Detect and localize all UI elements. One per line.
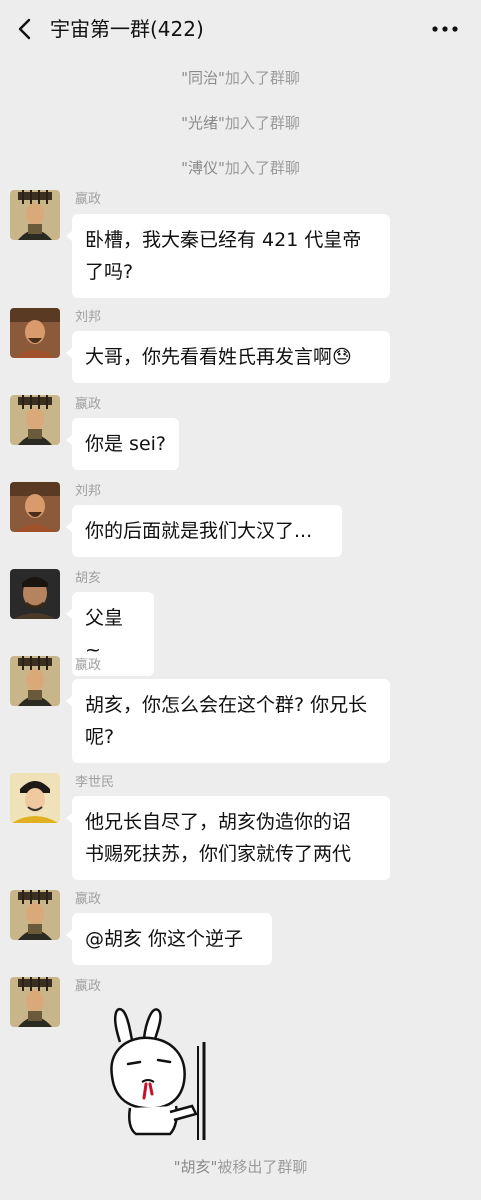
system-notice: "同治"加入了群聊 <box>0 68 481 88</box>
notice-text: 加入了群聊 <box>224 114 300 132</box>
back-arrow-icon[interactable] <box>14 17 36 41</box>
qin-emperor-avatar[interactable] <box>10 656 60 706</box>
message-text-line: 你是 sei? <box>85 433 166 455</box>
qin-emperor-avatar[interactable] <box>10 977 60 1027</box>
qin-emperor-avatar[interactable] <box>10 890 60 940</box>
message-text-line: 父皇 ~ <box>85 607 124 661</box>
sender-name: 嬴政 <box>75 658 102 673</box>
han-emperor-avatar[interactable] <box>10 482 60 532</box>
message-text-line: 你的后面就是我们大汉了... <box>85 520 313 542</box>
chat-title: 宇宙第一群(422) <box>50 17 204 41</box>
rabbit-bleeding-sticker[interactable] <box>100 1002 220 1144</box>
system-notice: "胡亥"被移出了群聊 <box>0 1157 481 1177</box>
message-text-line: @胡亥 你这个逆子 <box>85 928 244 950</box>
system-notice: "溥仪"加入了群聊 <box>0 158 481 178</box>
sender-name: 刘邦 <box>75 484 102 499</box>
notice-text: 被移出了群聊 <box>217 1158 308 1176</box>
message-text-line: 卧槽，我大秦已经有 421 代皇帝 <box>85 229 362 251</box>
message-bubble[interactable]: 胡亥，你怎么会在这个群? 你兄长 呢? <box>66 679 390 763</box>
notice-text: 加入了群聊 <box>224 159 300 177</box>
notice-name: "溥仪" <box>181 159 225 177</box>
sender-name: 嬴政 <box>75 892 102 907</box>
message-text-line: 胡亥，你怎么会在这个群? 你兄长 <box>85 694 368 716</box>
qin-emperor-avatar[interactable] <box>10 190 60 240</box>
message-bubble[interactable]: 大哥，你先看看姓氏再发言啊😓 <box>66 331 390 383</box>
message-text-line: 他兄长自尽了，胡亥伪造你的诏 <box>85 811 352 833</box>
huhai-avatar[interactable] <box>10 569 60 619</box>
chat-header: 宇宙第一群(422) <box>0 0 481 58</box>
qin-emperor-avatar[interactable] <box>10 395 60 445</box>
notice-name: "胡亥" <box>173 1158 218 1176</box>
message-bubble[interactable]: @胡亥 你这个逆子 <box>66 913 272 965</box>
sender-name: 嬴政 <box>75 979 102 994</box>
notice-text: 加入了群聊 <box>224 69 300 87</box>
notice-name: "光绪" <box>181 114 225 132</box>
sender-name: 嬴政 <box>75 192 102 207</box>
more-options-icon[interactable] <box>431 18 459 40</box>
sender-name: 李世民 <box>75 775 115 790</box>
message-bubble[interactable]: 他兄长自尽了，胡亥伪造你的诏 书赐死扶苏，你们家就传了两代 <box>66 796 390 880</box>
message-text-line: 大哥，你先看看姓氏再发言啊😓 <box>85 346 352 368</box>
message-text-line: 书赐死扶苏，你们家就传了两代 <box>85 843 352 865</box>
sender-name: 刘邦 <box>75 310 102 325</box>
system-notice: "光绪"加入了群聊 <box>0 113 481 133</box>
sender-name: 嬴政 <box>75 397 102 412</box>
sender-name: 胡亥 <box>75 571 102 586</box>
notice-name: "同治" <box>181 69 225 87</box>
message-text-line: 了吗? <box>85 261 134 283</box>
message-bubble[interactable]: 卧槽，我大秦已经有 421 代皇帝 了吗? <box>66 214 390 298</box>
han-emperor-avatar[interactable] <box>10 308 60 358</box>
message-bubble[interactable]: 你的后面就是我们大汉了... <box>66 505 342 557</box>
message-text-line: 呢? <box>85 726 115 748</box>
message-bubble[interactable]: 你是 sei? <box>66 418 179 470</box>
tang-emperor-avatar[interactable] <box>10 773 60 823</box>
